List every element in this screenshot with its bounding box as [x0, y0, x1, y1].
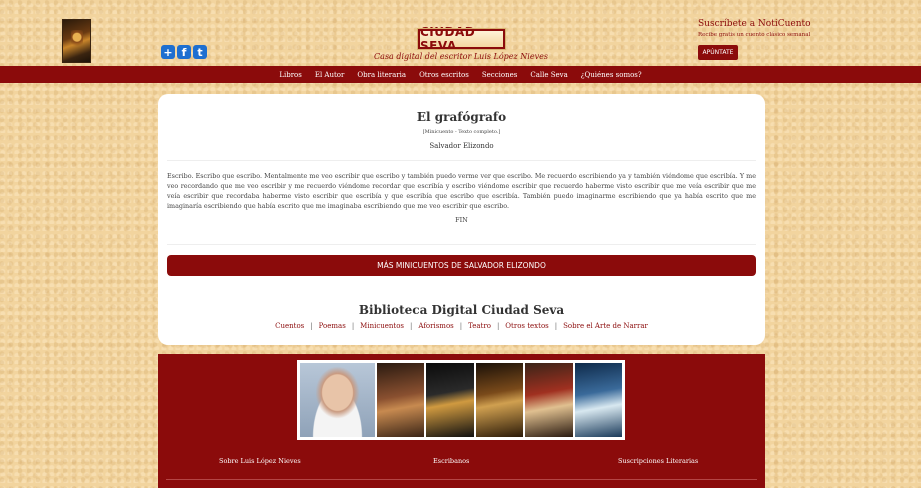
nav-item-el-autor[interactable]: El Autor — [315, 71, 345, 79]
library-link-teatro[interactable]: Teatro — [468, 322, 491, 330]
subscribe-subtitle: Recibe gratis un cuento clásico semanal — [698, 32, 811, 38]
book-cover[interactable] — [574, 363, 622, 437]
site-logo[interactable]: CIUDAD SEVA — [417, 25, 506, 53]
link-separator: | — [554, 322, 558, 330]
link-separator: | — [459, 322, 463, 330]
book-cover[interactable] — [426, 363, 474, 437]
share-bar: + f t — [161, 45, 207, 59]
link-separator: | — [351, 322, 355, 330]
nav-item-secciones[interactable]: Secciones — [482, 71, 517, 79]
nav-item-quienes-somos[interactable]: ¿Quiénes somos? — [581, 71, 642, 79]
story-body: Escribo. Escribo que escribo. Mentalment… — [167, 172, 756, 210]
book-cover-thumbnail[interactable] — [62, 19, 91, 63]
book-cover[interactable] — [475, 363, 524, 437]
link-separator: | — [310, 322, 313, 330]
library-link-aforismos[interactable]: Aforismos — [418, 322, 453, 330]
story-author: Salvador Elizondo — [429, 142, 494, 150]
story-title: El grafógrafo — [416, 110, 507, 124]
library-link-minicuentos[interactable]: Minicuentos — [360, 322, 404, 330]
author-photo[interactable] — [300, 363, 376, 437]
library-title: Biblioteca Digital Ciudad Seva — [358, 303, 565, 317]
site-header: + f t CIUDAD SEVA Casa digital del escri… — [0, 0, 921, 66]
link-separator: | — [410, 322, 413, 330]
story-meta: [Minicuento - Texto completo.] — [422, 129, 501, 135]
subscribe-title: Suscríbete a NotiCuento — [698, 19, 811, 29]
more-minicuentos-button[interactable]: MÁS MINICUENTOS DE SALVADOR ELIZONDO — [167, 255, 756, 276]
site-footer: Sobre Luis López Nieves Escribanos Suscr… — [158, 354, 765, 488]
nav-item-obra-literaria[interactable]: Obra literaria — [357, 71, 406, 79]
story-end: FIN — [455, 216, 468, 224]
library-link-otros-textos[interactable]: Otros textos — [505, 322, 548, 330]
footer-link-sobre-autor[interactable]: Sobre Luis López Nieves — [219, 457, 301, 465]
main-nav: Libros El Autor Obra literaria Otros esc… — [0, 66, 921, 83]
library-link-arte-de-narrar[interactable]: Sobre el Arte de Narrar — [563, 322, 648, 330]
link-separator: | — [496, 322, 500, 330]
footer-link-escribanos[interactable]: Escribanos — [433, 457, 469, 465]
footer-link-suscripciones[interactable]: Suscripciones Literarias — [618, 457, 698, 465]
subscribe-button[interactable]: APÚNTATE — [698, 45, 738, 60]
divider — [167, 244, 756, 245]
footer-divider — [166, 479, 757, 480]
facebook-icon[interactable]: f — [177, 45, 191, 59]
library-link-poemas[interactable]: Poemas — [319, 322, 346, 330]
divider — [167, 160, 756, 161]
library-link-cuentos[interactable]: Cuentos — [275, 322, 304, 330]
site-tagline: Casa digital del escritor Luis López Nie… — [374, 52, 548, 61]
story-card: El grafógrafo [Minicuento - Texto comple… — [158, 94, 765, 345]
books-gallery — [297, 360, 625, 440]
book-cover[interactable] — [377, 363, 425, 437]
nav-item-calle-seva[interactable]: Calle Seva — [530, 71, 567, 79]
nav-item-otros-escritos[interactable]: Otros escritos — [419, 71, 469, 79]
share-icon[interactable]: + — [161, 45, 175, 59]
library-links: Cuentos | Poemas | Minicuentos | Aforism… — [158, 322, 765, 330]
nav-item-libros[interactable]: Libros — [279, 71, 302, 79]
book-cover[interactable] — [525, 363, 573, 437]
twitter-icon[interactable]: t — [193, 45, 207, 59]
